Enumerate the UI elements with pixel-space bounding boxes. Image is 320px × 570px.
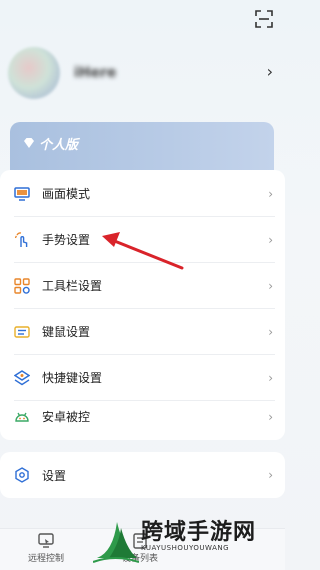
chevron-right-icon: › [268, 232, 273, 247]
avatar [8, 47, 60, 99]
menu-item-label: 工具栏设置 [42, 279, 103, 293]
username: iHere [74, 65, 117, 81]
settings-icon [14, 467, 30, 483]
scan-icon[interactable] [255, 10, 273, 28]
settings-menu: 画面模式 › 手势设置 › 工具栏设置 › 键鼠设置 › 快捷键设置 › 安卓被… [0, 170, 285, 440]
settings-label: 设置 [42, 468, 67, 483]
chevron-right-icon: › [268, 468, 273, 482]
chevron-right-icon: › [268, 278, 273, 293]
profile-row[interactable]: iHere › [8, 42, 277, 104]
chevron-right-icon: › [268, 324, 273, 339]
edition-label: 个人版 [39, 138, 79, 153]
chevron-right-icon: › [268, 409, 273, 424]
menu-item-label: 画面模式 [42, 187, 91, 201]
menu-item-label: 安卓被控 [42, 410, 91, 424]
chevron-right-icon: › [268, 186, 273, 201]
menu-item-label: 快捷键设置 [42, 371, 103, 385]
menu-item-display-mode[interactable]: 画面模式 › [0, 171, 285, 216]
menu-item-toolbar[interactable]: 工具栏设置 › [0, 263, 285, 308]
watermark-title: 跨域手游网 [141, 519, 257, 545]
watermark: 跨域手游网 KUAYUSHOUYOUWANG [93, 508, 283, 568]
menu-item-gesture[interactable]: 手势设置 › [0, 217, 285, 262]
menu-item-android-control[interactable]: 安卓被控 › [0, 394, 285, 439]
menu-item-keyboard-mouse[interactable]: 键鼠设置 › [0, 309, 285, 354]
gesture-icon [14, 231, 30, 248]
monitor-icon [14, 186, 30, 202]
android-icon [14, 409, 30, 425]
diamond-icon [24, 138, 34, 148]
shortcut-icon [14, 369, 30, 386]
tab-remote-control[interactable]: 远程控制 [6, 533, 86, 564]
chevron-right-icon: › [266, 62, 273, 81]
menu-item-label: 键鼠设置 [42, 325, 91, 339]
chevron-right-icon: › [268, 370, 273, 385]
keyboard-mouse-icon [14, 324, 30, 340]
menu-item-label: 手势设置 [42, 233, 91, 247]
watermark-subtitle: KUAYUSHOUYOUWANG [141, 544, 230, 552]
tab-label: 远程控制 [27, 554, 64, 564]
settings-item[interactable]: 设置 › [0, 452, 285, 498]
toolbar-icon [14, 277, 30, 294]
watermark-logo-icon [93, 522, 139, 563]
remote-control-icon [37, 533, 55, 549]
